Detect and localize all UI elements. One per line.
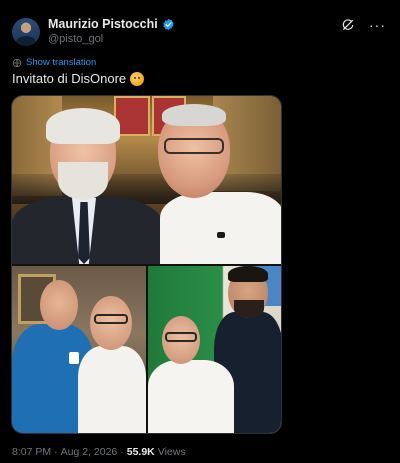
person-2-body [160,192,281,264]
globe-icon [12,58,22,67]
grok-icon[interactable] [341,18,355,32]
club-crest-icon [69,352,79,364]
kappa-logo-icon [217,232,225,238]
tweet-meta: 8:07 PM · Aug 2, 2026 · 55.9K Views [12,446,186,458]
person-2-hair [162,104,226,126]
tweet-date[interactable]: Aug 2, 2026 [61,446,118,458]
avatar[interactable] [12,18,40,46]
tweet-media-grid [11,95,282,434]
author-display-name[interactable]: Maurizio Pistocchi [48,17,158,31]
person-2-glasses [164,138,224,154]
tweet-top-actions: ··· [341,18,386,32]
meta-separator: · [54,446,58,458]
tweet: Maurizio Pistocchi @pisto_gol ··· Show t… [0,0,400,463]
person-1-beard [58,162,108,200]
person-6-hair [228,266,268,282]
views-label: Views [157,446,186,458]
person-1-hair [46,108,120,144]
show-translation-label[interactable]: Show translation [26,57,96,68]
person-4-body [78,346,146,433]
tweet-time[interactable]: 8:07 PM [12,446,51,458]
media-photo-1[interactable] [12,96,281,264]
tweet-text: Invitato di DisOnore [12,71,145,86]
author-name-row: Maurizio Pistocchi [48,17,175,31]
tweet-text-body: Invitato di DisOnore [12,71,127,86]
show-translation-link[interactable]: Show translation [12,57,96,68]
author-handle[interactable]: @pisto_gol [48,33,103,45]
media-photo-3[interactable] [148,266,281,433]
person-6-beard [234,300,264,318]
views-count: 55.9K [126,446,155,458]
person-3-head [40,280,78,330]
more-options-icon[interactable]: ··· [369,18,386,32]
meta-separator: · [120,446,124,458]
grimacing-face-emoji-icon [130,71,145,86]
verified-badge-icon [163,18,174,30]
person-5-body [148,360,234,433]
person-5-glasses [165,332,197,342]
media-photo-2[interactable] [12,266,146,433]
person-4-glasses [94,314,128,324]
